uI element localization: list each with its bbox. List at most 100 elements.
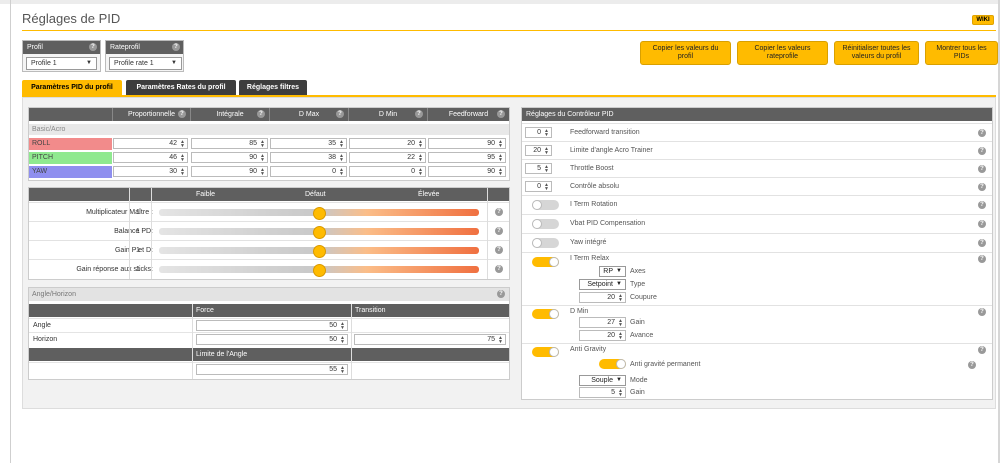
pitch-dmin-input[interactable]: 22 ▲ ▼ [349, 152, 426, 163]
help-icon[interactable]: ? [497, 290, 505, 298]
spinner-icon[interactable]: ▲ ▼ [340, 366, 345, 375]
spinner-icon[interactable]: ▲ ▼ [418, 154, 423, 163]
reset-profile-button[interactable]: Réinitialiser toutes les valeurs du prof… [834, 41, 919, 65]
angle-force-input[interactable]: 50 ▲ ▼ [196, 320, 348, 331]
rateprofile-dropdown[interactable]: Profile rate 1 ▼ [109, 57, 182, 70]
profile-dropdown[interactable]: Profile 1 ▼ [26, 57, 97, 70]
absolute-control-input[interactable]: 0 ▲ ▼ [525, 181, 552, 192]
roll-dmin-input[interactable]: 20 ▲ ▼ [349, 138, 426, 149]
yaw-ff-input[interactable]: 90 ▲ ▼ [428, 166, 506, 177]
spinner-icon[interactable]: ▲ ▼ [418, 140, 423, 149]
slider-knob[interactable] [312, 207, 326, 220]
spinner-icon[interactable]: ▲ ▼ [339, 140, 344, 149]
roll-i-input[interactable]: 85 ▲ ▼ [191, 138, 268, 149]
spinner-icon[interactable]: ▲ ▼ [498, 168, 503, 177]
spinner-icon[interactable]: ▲ ▼ [339, 154, 344, 163]
roll-ff-input[interactable]: 90 ▲ ▼ [428, 138, 506, 149]
help-icon[interactable]: ? [978, 255, 986, 263]
anti-gravity-toggle[interactable] [532, 347, 559, 357]
help-icon[interactable]: ? [968, 361, 976, 369]
help-icon[interactable]: ? [336, 110, 344, 118]
pitch-dmax-input[interactable]: 38 ▲ ▼ [270, 152, 347, 163]
pitch-p-input[interactable]: 46 ▲ ▼ [113, 152, 188, 163]
slider-knob[interactable] [312, 264, 326, 277]
help-icon[interactable]: ? [495, 265, 503, 273]
yaw-dmax-input[interactable]: 0 ▲ ▼ [270, 166, 347, 177]
help-icon[interactable]: ? [89, 43, 97, 51]
yaw-i-input[interactable]: 90 ▲ ▼ [191, 166, 268, 177]
yaw-dmin-input[interactable]: 0 ▲ ▼ [349, 166, 426, 177]
spinner-icon[interactable]: ▲ ▼ [618, 294, 623, 303]
spinner-icon[interactable]: ▲ ▼ [544, 147, 549, 156]
help-icon[interactable]: ? [978, 183, 986, 191]
help-icon[interactable]: ? [415, 110, 423, 118]
dmin-advance-input[interactable]: 20 ▲ ▼ [579, 330, 626, 341]
spinner-icon[interactable]: ▲ ▼ [544, 129, 549, 138]
pitch-ff-input[interactable]: 95 ▲ ▼ [428, 152, 506, 163]
help-icon[interactable]: ? [495, 246, 503, 254]
spinner-icon[interactable]: ▲ ▼ [618, 389, 623, 398]
spinner-icon[interactable]: ▲ ▼ [418, 168, 423, 177]
spinner-icon[interactable]: ▲ ▼ [180, 168, 185, 177]
spinner-icon[interactable]: ▲ ▼ [180, 140, 185, 149]
iterm-relax-type-select[interactable]: Setpoint ▼ [579, 279, 626, 290]
show-all-pids-button[interactable]: Montrer tous les PIDs [925, 41, 998, 65]
help-icon[interactable]: ? [978, 147, 986, 155]
anti-gravity-mode-select[interactable]: Souple ▼ [579, 375, 626, 386]
pitch-i-input[interactable]: 90 ▲ ▼ [191, 152, 268, 163]
yaw-p-input[interactable]: 30 ▲ ▼ [113, 166, 188, 177]
help-icon[interactable]: ? [978, 165, 986, 173]
spinner-icon[interactable]: ▲ ▼ [498, 336, 503, 345]
spinner-icon[interactable]: ▲ ▼ [260, 140, 265, 149]
slider-knob[interactable] [312, 226, 326, 239]
iterm-rotation-toggle[interactable] [532, 200, 559, 210]
help-icon[interactable]: ? [978, 308, 986, 316]
spinner-icon[interactable]: ▲ ▼ [618, 332, 623, 341]
tab-rates-profile[interactable]: Paramètres Rates du profil [126, 80, 236, 95]
vbat-comp-toggle[interactable] [532, 219, 559, 229]
spinner-icon[interactable]: ▲ ▼ [498, 154, 503, 163]
spinner-icon[interactable]: ▲ ▼ [180, 154, 185, 163]
spinner-icon[interactable]: ▲ ▼ [498, 140, 503, 149]
horizon-transition-input[interactable]: 75 ▲ ▼ [354, 334, 506, 345]
help-icon[interactable]: ? [978, 201, 986, 209]
spinner-icon[interactable]: ▲ ▼ [260, 168, 265, 177]
wiki-button[interactable]: WIKI [972, 15, 994, 25]
acro-trainer-input[interactable]: 20 ▲ ▼ [525, 145, 552, 156]
spinner-icon[interactable]: ▲ ▼ [340, 336, 345, 345]
anti-gravity-permanent-toggle[interactable] [599, 359, 626, 369]
integrated-yaw-toggle[interactable] [532, 238, 559, 248]
tab-pid-profile[interactable]: Paramètres PID du profil [22, 80, 122, 95]
spinner-icon[interactable]: ▲ ▼ [260, 154, 265, 163]
iterm-relax-toggle[interactable] [532, 257, 559, 267]
throttle-boost-input[interactable]: 5 ▲ ▼ [525, 163, 552, 174]
iterm-relax-cutoff-input[interactable]: 20 ▲ ▼ [579, 292, 626, 303]
help-icon[interactable]: ? [497, 110, 505, 118]
help-icon[interactable]: ? [978, 239, 986, 247]
spinner-icon[interactable]: ▲ ▼ [544, 165, 549, 174]
horizon-force-input[interactable]: 50 ▲ ▼ [196, 334, 348, 345]
iterm-relax-axes-select[interactable]: RP ▼ [599, 266, 626, 277]
tab-filters[interactable]: Réglages filtres [239, 80, 307, 95]
help-icon[interactable]: ? [495, 227, 503, 235]
angle-limit-input[interactable]: 55 ▲ ▼ [196, 364, 348, 375]
ff-transition-input[interactable]: 0 ▲ ▼ [525, 127, 552, 138]
spinner-icon[interactable]: ▲ ▼ [340, 322, 345, 331]
slider-knob[interactable] [312, 245, 326, 258]
copy-pid-button[interactable]: Copier les valeurs du profil [640, 41, 731, 65]
help-icon[interactable]: ? [257, 110, 265, 118]
roll-dmax-input[interactable]: 35 ▲ ▼ [270, 138, 347, 149]
anti-gravity-gain-input[interactable]: 5 ▲ ▼ [579, 387, 626, 398]
dmin-gain-input[interactable]: 27 ▲ ▼ [579, 317, 626, 328]
roll-p-input[interactable]: 42 ▲ ▼ [113, 138, 188, 149]
spinner-icon[interactable]: ▲ ▼ [339, 168, 344, 177]
help-icon[interactable]: ? [978, 220, 986, 228]
help-icon[interactable]: ? [495, 208, 503, 216]
spinner-icon[interactable]: ▲ ▼ [544, 183, 549, 192]
help-icon[interactable]: ? [178, 110, 186, 118]
dmin-toggle[interactable] [532, 309, 559, 319]
help-icon[interactable]: ? [978, 129, 986, 137]
copy-rates-button[interactable]: Copier les valeurs rateprofile [737, 41, 828, 65]
spinner-icon[interactable]: ▲ ▼ [618, 319, 623, 328]
help-icon[interactable]: ? [978, 346, 986, 354]
